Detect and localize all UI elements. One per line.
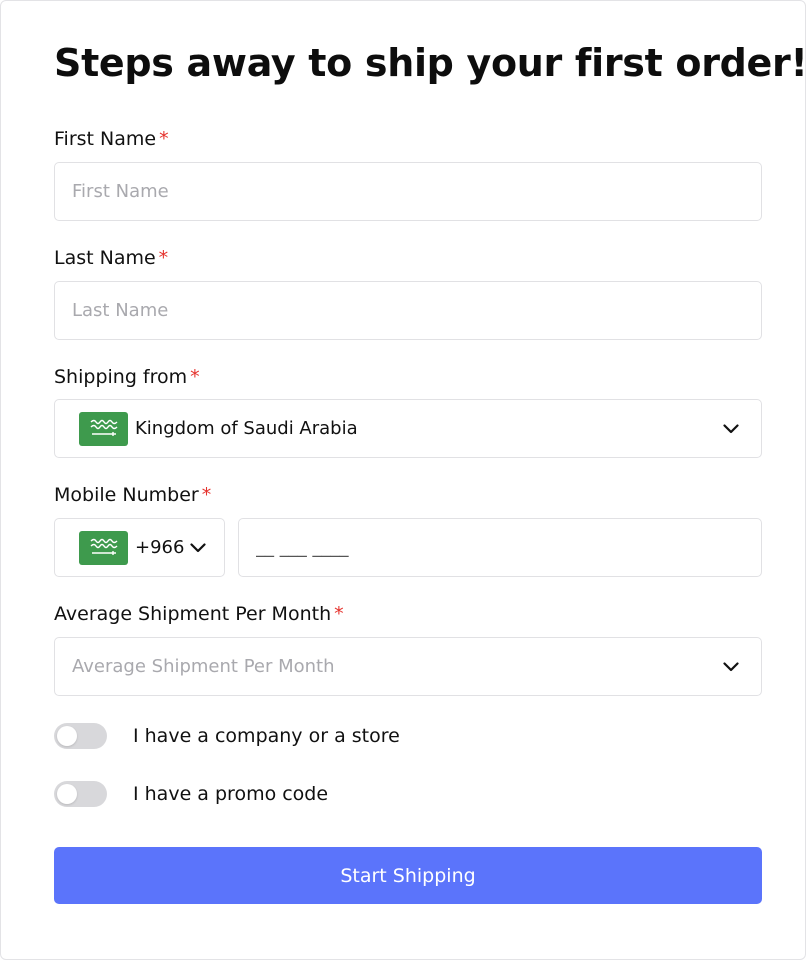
mobile-number-label: Mobile Number * — [54, 484, 211, 506]
avg-shipment-label: Average Shipment Per Month * — [54, 603, 344, 625]
company-toggle-row: I have a company or a store — [54, 723, 400, 749]
mobile-number-field[interactable] — [238, 518, 762, 577]
first-name-input[interactable] — [55, 163, 761, 220]
avg-shipment-select[interactable]: Average Shipment Per Month — [54, 637, 762, 696]
shipping-from-label: Shipping from * — [54, 366, 200, 388]
required-marker: * — [201, 484, 212, 506]
mobile-number-label-text: Mobile Number — [54, 484, 199, 506]
saudi-arabia-flag-icon — [79, 530, 128, 565]
last-name-label-text: Last Name — [54, 247, 156, 269]
toggle-knob — [57, 726, 77, 746]
mobile-number-input[interactable] — [239, 519, 761, 576]
first-name-field[interactable] — [54, 162, 762, 221]
company-toggle[interactable] — [54, 723, 107, 749]
chevron-down-icon — [723, 423, 739, 433]
first-name-label-text: First Name — [54, 128, 157, 150]
shipping-from-select[interactable]: Kingdom of Saudi Arabia — [54, 399, 762, 458]
promo-toggle-label: I have a promo code — [133, 783, 329, 805]
company-toggle-label: I have a company or a store — [133, 725, 400, 747]
page-title: Steps away to ship your first order! — [54, 41, 806, 85]
required-marker: * — [334, 603, 344, 625]
last-name-field[interactable] — [54, 281, 762, 340]
country-code-select[interactable]: +966 — [54, 518, 225, 577]
required-marker: * — [158, 247, 169, 269]
shipping-from-value: Kingdom of Saudi Arabia — [135, 418, 358, 439]
saudi-arabia-flag-icon — [79, 411, 128, 446]
chevron-down-icon — [723, 661, 739, 671]
first-name-label: First Name * — [54, 128, 169, 150]
promo-toggle-row: I have a promo code — [54, 781, 328, 807]
last-name-label: Last Name * — [54, 247, 168, 269]
avg-shipment-placeholder: Average Shipment Per Month — [72, 656, 335, 677]
last-name-input[interactable] — [55, 282, 761, 339]
signup-card: Steps away to ship your first order! Fir… — [0, 0, 806, 960]
avg-shipment-label-text: Average Shipment Per Month — [54, 603, 332, 625]
chevron-down-icon — [190, 542, 206, 552]
shipping-from-label-text: Shipping from — [54, 366, 188, 388]
toggle-knob — [57, 784, 77, 804]
country-code-value: +966 — [135, 537, 185, 558]
start-shipping-button[interactable]: Start Shipping — [54, 847, 762, 904]
required-marker: * — [159, 128, 169, 150]
required-marker: * — [190, 366, 200, 388]
promo-code-toggle[interactable] — [54, 781, 107, 807]
